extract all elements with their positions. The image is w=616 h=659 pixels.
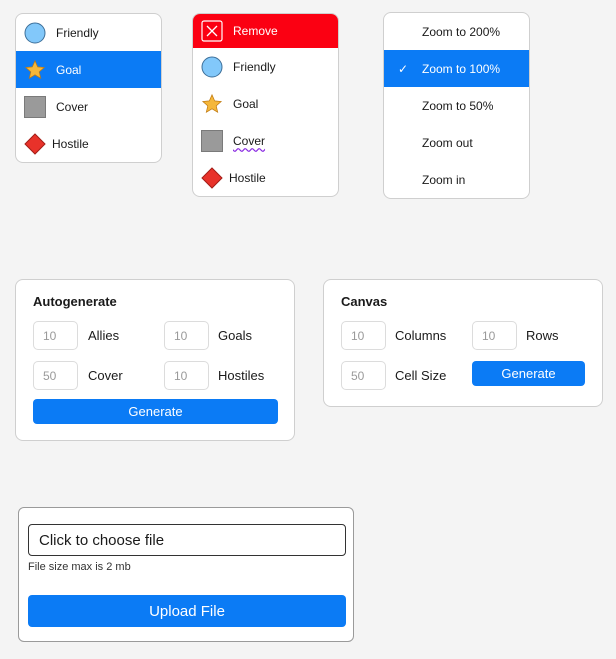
hostiles-input[interactable]: 10	[164, 361, 209, 390]
cell-size-label: Cell Size	[395, 368, 447, 383]
star-icon	[201, 93, 223, 115]
cover-label: Cover	[88, 368, 123, 383]
square-icon	[201, 129, 223, 152]
menu-item-label: Zoom to 200%	[422, 24, 501, 39]
menu-item-label: Cover	[233, 133, 266, 148]
zoom-menu: Zoom to 200% ✓ Zoom to 100% Zoom to 50% …	[383, 12, 530, 199]
file-chooser-input[interactable]: Click to choose file	[28, 524, 346, 556]
menu-item-cover[interactable]: Cover	[193, 122, 338, 159]
generate-button[interactable]: Generate	[472, 361, 585, 386]
diamond-icon	[201, 166, 223, 189]
menu-item-goal[interactable]: Goal	[193, 85, 338, 122]
diamond-icon	[24, 132, 46, 155]
menu-item-goal[interactable]: Goal	[16, 51, 161, 88]
star-icon	[24, 59, 46, 81]
menu-item-friendly[interactable]: Friendly	[193, 48, 338, 85]
panel-title: Autogenerate	[33, 294, 117, 309]
marker-context-menu: Remove Friendly Goal Cover Hostile	[192, 13, 339, 197]
menu-item-label: Zoom in	[422, 172, 466, 187]
allies-input[interactable]: 10	[33, 321, 78, 350]
check-icon: ✓	[397, 61, 409, 76]
menu-item-zoom-out[interactable]: Zoom out	[384, 124, 529, 161]
hostiles-label: Hostiles	[218, 368, 265, 383]
autogenerate-panel: Autogenerate 10 Allies 10 Goals 50 Cover…	[15, 279, 295, 441]
menu-item-hostile[interactable]: Hostile	[193, 159, 338, 196]
marker-type-menu: Friendly Goal Cover Hostile	[15, 13, 162, 163]
menu-item-label: Friendly	[56, 25, 99, 40]
upload-file-button[interactable]: Upload File	[28, 595, 346, 627]
menu-item-label: Hostile	[52, 136, 89, 151]
square-icon	[24, 95, 46, 118]
menu-item-label: Zoom out	[422, 135, 473, 150]
menu-item-label: Goal	[233, 96, 259, 111]
generate-button[interactable]: Generate	[33, 399, 278, 424]
rows-label: Rows	[526, 328, 559, 343]
columns-label: Columns	[395, 328, 447, 343]
menu-item-label: Goal	[56, 62, 82, 77]
allies-label: Allies	[88, 328, 120, 343]
cell-size-input[interactable]: 50	[341, 361, 386, 390]
columns-input[interactable]: 10	[341, 321, 386, 350]
panel-title: Canvas	[341, 294, 388, 309]
circle-icon	[24, 22, 46, 44]
file-size-hint: File size max is 2 mb	[28, 561, 131, 573]
menu-item-remove[interactable]: Remove	[193, 14, 338, 48]
menu-item-zoom-50[interactable]: Zoom to 50%	[384, 87, 529, 124]
menu-item-zoom-200[interactable]: Zoom to 200%	[384, 13, 529, 50]
menu-item-label: Zoom to 50%	[422, 98, 494, 113]
goals-label: Goals	[218, 328, 252, 343]
menu-item-label: Friendly	[233, 59, 276, 74]
menu-item-label: Zoom to 100%	[422, 61, 501, 76]
menu-item-hostile[interactable]: Hostile	[16, 125, 161, 162]
menu-item-label: Hostile	[229, 170, 266, 185]
rows-input[interactable]: 10	[472, 321, 517, 350]
canvas-panel: Canvas 10 Columns 10 Rows 50 Cell Size G…	[323, 279, 603, 407]
cover-input[interactable]: 50	[33, 361, 78, 390]
menu-item-zoom-100[interactable]: ✓ Zoom to 100%	[384, 50, 529, 87]
goals-input[interactable]: 10	[164, 321, 209, 350]
menu-item-cover[interactable]: Cover	[16, 88, 161, 125]
upload-panel: Click to choose file File size max is 2 …	[18, 507, 354, 642]
circle-icon	[201, 56, 223, 78]
menu-item-label: Cover	[56, 99, 89, 114]
menu-item-zoom-in[interactable]: Zoom in	[384, 161, 529, 198]
menu-item-label: Remove	[233, 24, 278, 38]
menu-item-friendly[interactable]: Friendly	[16, 14, 161, 51]
remove-icon	[201, 20, 223, 42]
